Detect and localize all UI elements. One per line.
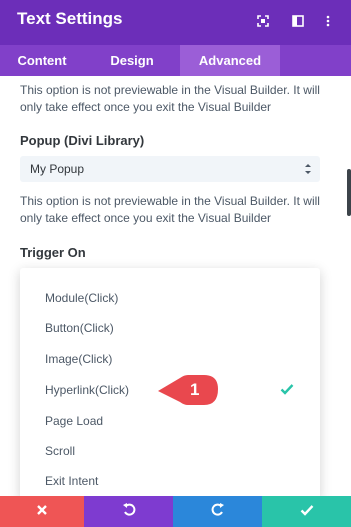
selected-check-icon <box>280 382 294 400</box>
tab-design[interactable]: Design <box>84 45 180 76</box>
tab-content[interactable]: Content <box>0 45 84 76</box>
trigger-option-image-click[interactable]: Image(Click) <box>45 352 112 366</box>
popup-select-value: My Popup <box>30 162 85 176</box>
expand-icon[interactable] <box>252 10 274 32</box>
tab-bar: Content Design Advanced <box>0 45 351 76</box>
panel-scrollbar[interactable] <box>347 169 351 216</box>
settings-header: Text Settings <box>0 0 351 45</box>
trigger-option-button-click[interactable]: Button(Click) <box>45 321 114 335</box>
trigger-option-module-click[interactable]: Module(Click) <box>45 291 118 305</box>
trigger-option-scroll[interactable]: Scroll <box>45 444 75 458</box>
trigger-option-hyperlink-click[interactable]: Hyperlink(Click) <box>45 383 129 397</box>
settings-content: This option is not previewable in the Vi… <box>0 76 351 499</box>
discard-button[interactable] <box>0 496 84 527</box>
preview-notice: This option is not previewable in the Vi… <box>20 83 320 114</box>
callout-number: 1 <box>190 380 200 399</box>
close-icon <box>36 503 48 521</box>
tab-advanced[interactable]: Advanced <box>180 45 280 76</box>
footer-bar <box>0 496 351 527</box>
popup-select[interactable]: My Popup <box>20 156 320 182</box>
undo-icon <box>122 502 136 521</box>
select-arrows-icon <box>304 161 312 177</box>
trigger-option-page-load[interactable]: Page Load <box>45 414 103 428</box>
undo-button[interactable] <box>84 496 173 527</box>
modal-title: Text Settings <box>17 9 123 28</box>
trigger-field-label: Trigger On <box>20 245 86 260</box>
save-button[interactable] <box>262 496 351 527</box>
redo-icon <box>211 502 225 521</box>
popup-preview-notice: This option is not previewable in the Vi… <box>20 194 320 225</box>
check-icon <box>300 503 314 521</box>
popup-field-label: Popup (Divi Library) <box>20 133 145 148</box>
callout-marker: 1 <box>156 373 222 409</box>
redo-button[interactable] <box>173 496 262 527</box>
trigger-option-exit-intent[interactable]: Exit Intent <box>45 474 98 488</box>
sidebar-layout-icon[interactable] <box>287 10 309 32</box>
more-options-icon[interactable] <box>317 10 339 32</box>
